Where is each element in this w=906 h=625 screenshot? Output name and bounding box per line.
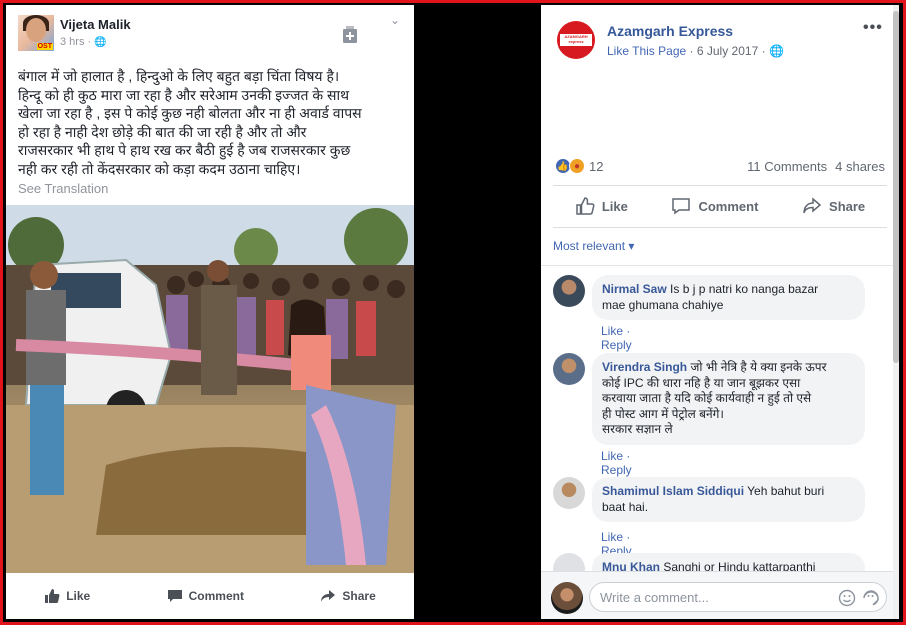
post-time[interactable]: 3 hrs bbox=[60, 36, 84, 48]
comment-like-link[interactable]: Like bbox=[601, 449, 623, 463]
post-meta: 3 hrs · 🌐 bbox=[60, 36, 107, 48]
comment-sort-dropdown[interactable]: Most relevant ▾ bbox=[553, 239, 634, 253]
like-button[interactable]: Like bbox=[44, 588, 90, 604]
comment-text: करवाया जाता है यदि कोई कार्यवाही न हुई त… bbox=[602, 391, 812, 405]
post-text-line: बंगाल में जो हालात है , हिन्दुओ के लिए ब… bbox=[18, 68, 340, 84]
comment-text: जो भी नेत्रि है ये क्या इनके ऊपर bbox=[690, 360, 827, 374]
comment-reply-link[interactable]: Reply bbox=[601, 338, 632, 352]
globe-icon: 🌐 bbox=[768, 44, 784, 58]
like-button[interactable]: Like bbox=[575, 196, 628, 216]
comment-text: कोई IPC की धारा नहि है या जान बूझकर एसा bbox=[602, 375, 801, 390]
current-user-avatar bbox=[551, 582, 583, 614]
post-text-line: खेला जा रहा है , इस पे कोई कुछ नही बोलता… bbox=[18, 105, 362, 121]
divider bbox=[541, 265, 899, 266]
page-meta: Like This Page · 6 July 2017 · 🌐 bbox=[607, 44, 784, 58]
comment-text: baat hai. bbox=[602, 499, 649, 514]
commenter-avatar[interactable] bbox=[553, 353, 585, 385]
commenter-avatar[interactable] bbox=[553, 477, 585, 509]
globe-icon: 🌐 bbox=[94, 37, 107, 48]
emoji-icon[interactable] bbox=[838, 589, 856, 607]
photo-scene bbox=[6, 205, 414, 573]
comment-reply-link[interactable]: Reply bbox=[601, 463, 632, 477]
author-name[interactable]: Vijeta Malik bbox=[60, 17, 131, 32]
post-photo[interactable] bbox=[6, 205, 414, 573]
thumbs-up-icon bbox=[576, 197, 595, 215]
comment-text: सरकार सज्ञान ले bbox=[602, 422, 673, 436]
comment-placeholder: Write a comment... bbox=[600, 590, 709, 605]
commenter-avatar[interactable] bbox=[553, 275, 585, 307]
comment-bubble: Shamimul Islam Siddiqui Yeh bahut buri b… bbox=[592, 477, 865, 522]
right-post-actions: Like Comment Share bbox=[553, 187, 887, 225]
post-text-line: हो रहा है नाही देश छोड़े की बात की जा रह… bbox=[18, 123, 307, 140]
post-text-line: राजसरकार भी हाथ पे हाथ रख कर बैठी हुई है… bbox=[18, 142, 351, 158]
divider bbox=[553, 185, 887, 186]
comment-button[interactable]: Comment bbox=[167, 588, 244, 604]
share-label: Share bbox=[342, 589, 376, 603]
share-button[interactable]: Share bbox=[320, 588, 376, 604]
comment-label: Comment bbox=[188, 589, 244, 603]
sort-label: Most relevant bbox=[553, 239, 626, 253]
more-options-icon[interactable]: ••• bbox=[863, 19, 883, 37]
left-post-header: OST Vijeta Malik 3 hrs · 🌐 ⌄ bbox=[6, 5, 414, 60]
reaction-count: 12 bbox=[589, 158, 604, 174]
comment-text: Yeh bahut buri bbox=[747, 484, 825, 498]
write-comment-bar: Write a comment... bbox=[541, 571, 899, 619]
like-label: Like bbox=[66, 589, 91, 603]
comment-button[interactable]: Comment bbox=[671, 196, 758, 216]
like-page-link[interactable]: Like This Page bbox=[607, 44, 686, 58]
scrollbar[interactable] bbox=[893, 5, 899, 619]
save-post-icon[interactable] bbox=[340, 25, 360, 45]
comment-label: Comment bbox=[698, 198, 759, 214]
comment-text: mae ghumana chahiye bbox=[602, 297, 724, 312]
comment-bubble: Virendra Singh जो भी नेत्रि है ये क्या इ… bbox=[592, 353, 865, 445]
shares-count[interactable]: 4 shares bbox=[835, 159, 885, 174]
like-label: Like bbox=[601, 198, 628, 214]
engagement-counts: 11 Comments 4 shares bbox=[747, 159, 885, 174]
share-icon bbox=[803, 197, 822, 214]
share-icon bbox=[321, 590, 336, 602]
comment-bubble: Nirmal Saw Is b j p natri ko nanga bazar… bbox=[592, 275, 865, 320]
angry-reaction-icon: ● bbox=[569, 158, 585, 174]
page-logo[interactable]: AZAMGARH express bbox=[557, 21, 595, 59]
comment-text: Is b j p natri ko nanga bazar bbox=[670, 282, 819, 296]
right-post-card: AZAMGARH express Azamgarh Express Like T… bbox=[541, 5, 899, 619]
divider bbox=[553, 227, 887, 228]
thumbs-up-icon bbox=[45, 589, 60, 603]
commenter-name[interactable]: Shamimul Islam Siddiqui bbox=[602, 484, 744, 498]
comment-icon bbox=[672, 198, 691, 215]
comment-input[interactable]: Write a comment... bbox=[589, 582, 887, 612]
page-name[interactable]: Azamgarh Express bbox=[607, 23, 733, 39]
author-avatar[interactable]: OST bbox=[18, 15, 54, 51]
comments-count[interactable]: 11 Comments bbox=[747, 159, 827, 174]
post-date[interactable]: 6 July 2017 bbox=[697, 44, 758, 58]
left-post-card: OST Vijeta Malik 3 hrs · 🌐 ⌄ बंगाल में ज… bbox=[6, 5, 414, 619]
post-text: बंगाल में जो हालात है , हिन्दुओ के लिए ब… bbox=[18, 67, 406, 178]
share-button[interactable]: Share bbox=[802, 196, 865, 216]
see-translation-link[interactable]: See Translation bbox=[18, 181, 108, 196]
comment-like-link[interactable]: Like bbox=[601, 530, 623, 544]
chevron-down-icon[interactable]: ⌄ bbox=[390, 13, 400, 27]
logo-text: AZAMGARH express bbox=[560, 34, 592, 46]
comment-text: ही पोस्ट आग में पेट्रोल बनेंगे। bbox=[602, 406, 724, 421]
left-post-actions: Like Comment Share bbox=[6, 581, 414, 611]
comment-icon bbox=[167, 590, 182, 602]
avatar-badge: OST bbox=[36, 43, 53, 50]
caret-down-icon: ▾ bbox=[628, 239, 635, 253]
post-text-line: हिन्दू को ही कुठ मारा जा रहा है और सरेआम… bbox=[18, 86, 350, 103]
comment-like-link[interactable]: Like bbox=[601, 324, 623, 338]
share-label: Share bbox=[829, 198, 866, 214]
commenter-name[interactable]: Virendra Singh bbox=[602, 360, 687, 374]
reactions-summary[interactable]: 👍 ● 12 bbox=[555, 158, 603, 174]
sticker-icon[interactable] bbox=[862, 589, 880, 607]
post-text-line: नही कर रही तो केंदसरकार को कड़ा कदम उठान… bbox=[18, 160, 301, 177]
scrollbar-thumb[interactable] bbox=[893, 11, 899, 363]
commenter-name[interactable]: Nirmal Saw bbox=[602, 282, 667, 296]
